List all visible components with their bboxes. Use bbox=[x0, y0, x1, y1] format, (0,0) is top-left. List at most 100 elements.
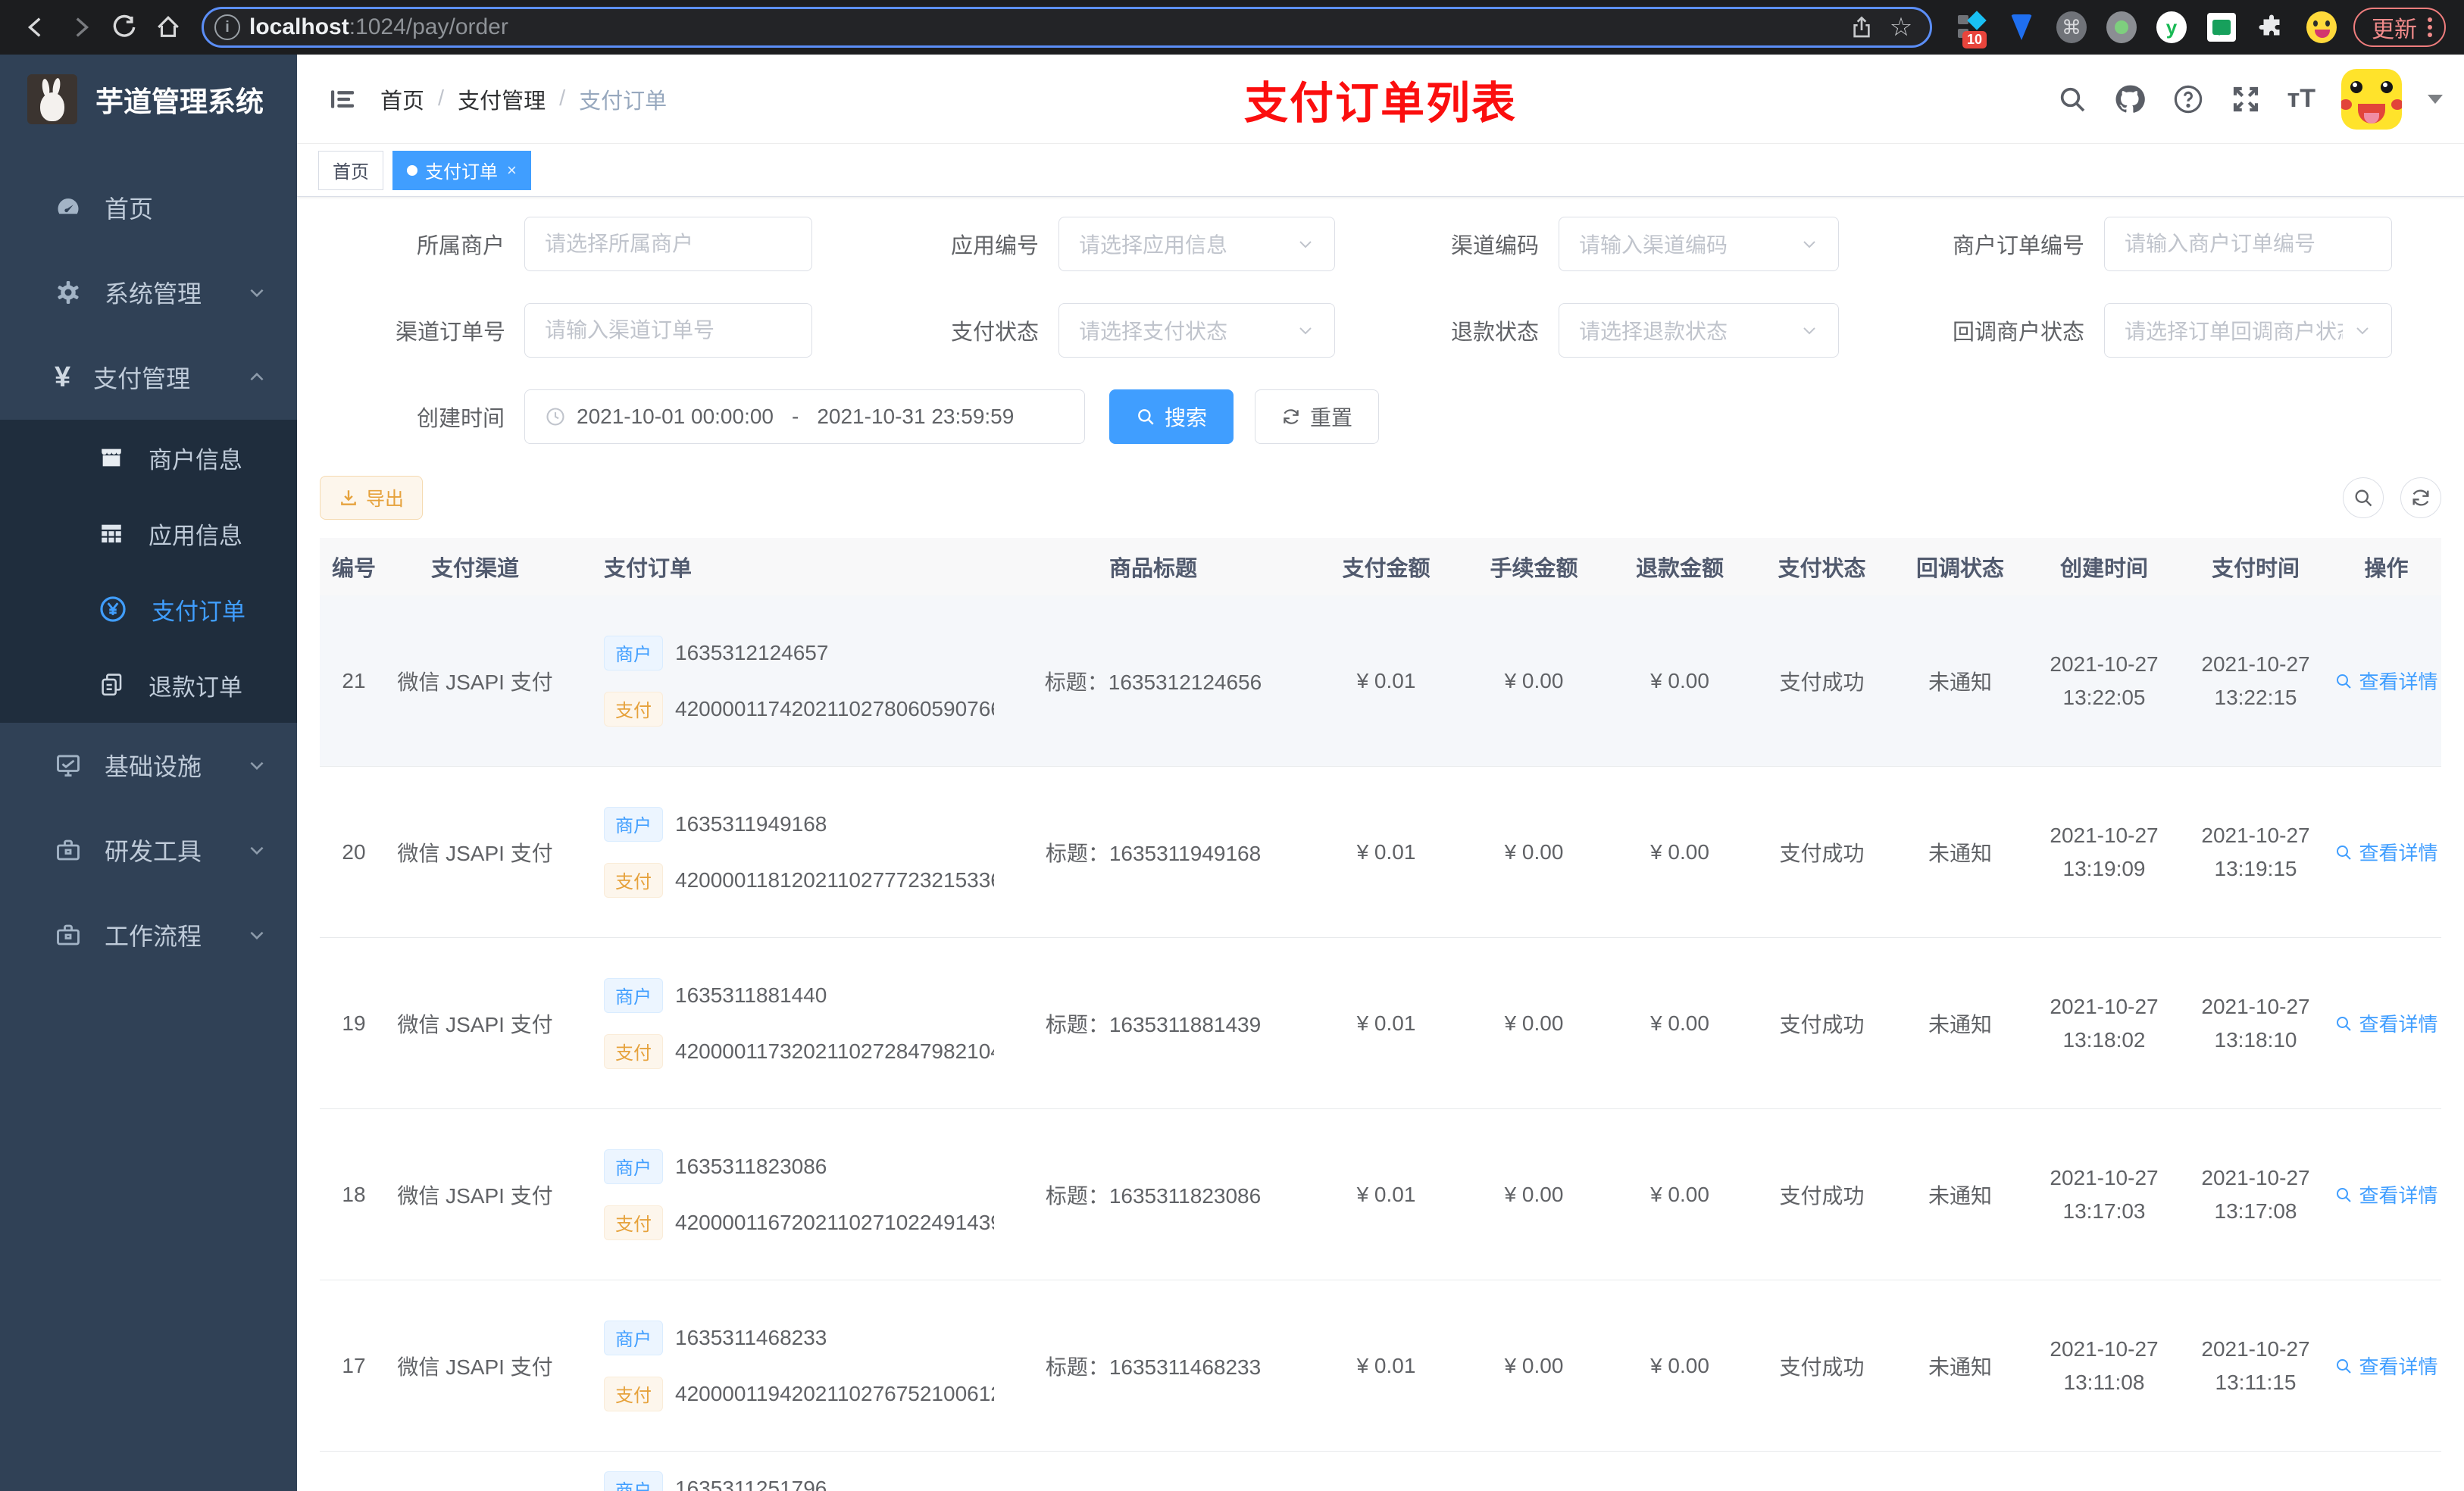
puzzle-extension-icon[interactable] bbox=[2256, 12, 2287, 42]
forward-icon[interactable] bbox=[62, 9, 98, 45]
tab-home[interactable]: 首页 bbox=[318, 150, 383, 190]
sidebar-logo-row[interactable]: 芋道管理系统 bbox=[0, 55, 297, 144]
refund-status-filter-select[interactable]: 请选择退款状态 bbox=[1559, 303, 1839, 358]
table-row[interactable]: 19 微信 JSAPI 支付 商户 1635311881440 支付 4200001… bbox=[320, 938, 2441, 1109]
table-row[interactable]: 18 微信 JSAPI 支付 商户 1635311823086 支付 4200001… bbox=[320, 1109, 2441, 1280]
app-filter-select[interactable]: 请选择应用信息 bbox=[1058, 217, 1335, 271]
merchant-order-filter-input[interactable] bbox=[2104, 217, 2392, 271]
grid-icon bbox=[98, 520, 124, 546]
view-details-link[interactable]: 查看详情 bbox=[2331, 1180, 2441, 1208]
browser-menu-icon[interactable] bbox=[2428, 17, 2432, 37]
col-title: 商品标题 bbox=[1108, 557, 1197, 581]
time-end-value: 2021-10-31 23:59:59 bbox=[817, 405, 1015, 428]
home-icon[interactable] bbox=[150, 9, 186, 45]
y-extension-icon[interactable]: y bbox=[2156, 11, 2187, 43]
table-row[interactable]: 20 微信 JSAPI 支付 商户 1635311949168 支付 4200001… bbox=[320, 767, 2441, 938]
chevron-down-icon bbox=[247, 283, 267, 302]
pay-tag: 支付 bbox=[604, 1376, 663, 1411]
breadcrumb-current: 支付订单 bbox=[579, 89, 668, 114]
merchant-filter-input[interactable] bbox=[524, 217, 812, 271]
yen-icon: ¥ bbox=[55, 361, 71, 393]
browser-update-button[interactable]: 更新 bbox=[2353, 8, 2446, 47]
app-title: 芋道管理系统 bbox=[95, 86, 264, 117]
sidebar-item-refund-order[interactable]: 退款订单 bbox=[0, 647, 297, 723]
browser-chrome: i localhost:1024/pay/order ☆ 10 ⌘ y 更新 bbox=[0, 0, 2464, 55]
notify-status-filter-label: 回调商户状态 bbox=[1952, 320, 2084, 345]
tags-view-bar: 首页 支付订单 × bbox=[297, 144, 2464, 197]
merchant-tag: 商户 bbox=[604, 1149, 663, 1184]
avatar-caret-icon[interactable] bbox=[2428, 94, 2443, 104]
channel-order-filter-input[interactable] bbox=[524, 303, 812, 358]
share-icon[interactable] bbox=[1846, 15, 1877, 39]
github-icon[interactable] bbox=[2113, 83, 2147, 116]
search-button[interactable]: 搜索 bbox=[1109, 389, 1234, 444]
sidebar-item-dev-tools[interactable]: 研发工具 bbox=[0, 808, 297, 892]
command-extension-icon[interactable]: ⌘ bbox=[2056, 11, 2087, 43]
sidebar-item-app-info[interactable]: 应用信息 bbox=[0, 495, 297, 571]
col-notify: 回调状态 bbox=[1915, 557, 2004, 581]
chevron-down-icon bbox=[2353, 321, 2372, 339]
recorder-extension-icon[interactable] bbox=[2106, 11, 2137, 43]
view-details-link[interactable]: 查看详情 bbox=[2331, 667, 2441, 695]
table-row[interactable]: 17 微信 JSAPI 支付 商户 1635311468233 支付 4200001… bbox=[320, 1280, 2441, 1452]
sidebar-item-system[interactable]: 系统管理 bbox=[0, 250, 297, 335]
channel-code-filter-select[interactable]: 请输入渠道编码 bbox=[1559, 217, 1839, 271]
toolbox-icon bbox=[55, 921, 82, 949]
view-details-link[interactable]: 查看详情 bbox=[2331, 1009, 2441, 1037]
export-button[interactable]: 导出 bbox=[320, 476, 424, 520]
col-order: 支付订单 bbox=[604, 557, 693, 581]
sidebar-item-pay-order[interactable]: 支付订单 bbox=[0, 571, 297, 647]
bookmark-star-icon[interactable]: ☆ bbox=[1886, 12, 1916, 42]
merchant-tag: 商户 bbox=[604, 977, 663, 1013]
close-tab-icon[interactable]: × bbox=[507, 161, 517, 180]
back-icon[interactable] bbox=[18, 9, 55, 45]
dashboard-icon bbox=[55, 194, 82, 221]
pay-status-filter-select[interactable]: 请选择支付状态 bbox=[1058, 303, 1335, 358]
font-size-icon[interactable]: ᴛT bbox=[2287, 84, 2315, 114]
reset-button[interactable]: 重置 bbox=[1255, 389, 1380, 444]
reload-icon[interactable] bbox=[106, 9, 142, 45]
fullscreen-icon[interactable] bbox=[2230, 83, 2262, 115]
sidebar-item-home[interactable]: 首页 bbox=[0, 165, 297, 250]
emoji-extension-icon[interactable] bbox=[2306, 11, 2337, 43]
time-start-value: 2021-10-01 00:00:00 bbox=[577, 405, 774, 428]
sidebar-item-infra[interactable]: 基础设施 bbox=[0, 723, 297, 808]
sidebar-item-merchant-info[interactable]: 商户信息 bbox=[0, 420, 297, 495]
help-icon[interactable] bbox=[2172, 83, 2204, 115]
site-info-icon[interactable]: i bbox=[214, 14, 240, 40]
merchant-order-input[interactable] bbox=[2125, 232, 2372, 256]
hide-search-button[interactable] bbox=[2343, 477, 2384, 518]
top-navbar: 首页 / 支付管理 / 支付订单 支付订单列表 ᴛT bbox=[297, 55, 2464, 144]
filter-form: 所属商户 应用编号 请选择应用信息 渠道编码 请输入渠道编码 bbox=[297, 217, 2464, 444]
view-details-link[interactable]: 查看详情 bbox=[2331, 1352, 2441, 1380]
sidebar-item-workflow[interactable]: 工作流程 bbox=[0, 892, 297, 977]
merchant-input[interactable] bbox=[545, 232, 792, 256]
address-bar[interactable]: i localhost:1024/pay/order ☆ bbox=[202, 7, 1932, 48]
app-filter-label: 应用编号 bbox=[950, 234, 1039, 258]
sidebar-toggle-icon[interactable] bbox=[318, 84, 367, 114]
chevron-down-icon bbox=[247, 925, 267, 945]
extensions-row: 10 ⌘ y bbox=[1947, 11, 2346, 48]
view-details-link[interactable]: 查看详情 bbox=[2331, 838, 2441, 866]
refresh-button[interactable] bbox=[2400, 477, 2441, 518]
extension-icon[interactable]: 10 bbox=[1956, 11, 1987, 48]
channel-order-input[interactable] bbox=[545, 318, 792, 342]
search-icon[interactable] bbox=[2057, 84, 2087, 114]
channel-code-filter-label: 渠道编码 bbox=[1450, 234, 1539, 258]
chat-extension-icon[interactable] bbox=[2206, 12, 2237, 42]
sketch-extension-icon[interactable] bbox=[2006, 12, 2037, 42]
breadcrumb-home[interactable]: 首页 bbox=[380, 83, 424, 115]
table-row[interactable]: 21 微信 JSAPI 支付 商户 1635312124657 支付 4200001… bbox=[320, 595, 2441, 767]
avatar[interactable] bbox=[2341, 68, 2402, 130]
breadcrumb-pay[interactable]: 支付管理 bbox=[458, 83, 546, 115]
create-time-filter-label: 创建时间 bbox=[416, 407, 505, 431]
notify-status-filter-select[interactable]: 请选择订单回调商户状态 bbox=[2104, 303, 2392, 358]
table-row-partial[interactable]: 商户 1635311251796 bbox=[320, 1452, 2441, 1491]
url-text[interactable]: localhost:1024/pay/order bbox=[249, 14, 1837, 40]
extension-badge: 10 bbox=[1962, 31, 1987, 48]
tab-pay-order[interactable]: 支付订单 × bbox=[392, 150, 531, 190]
create-time-range-input[interactable]: 2021-10-01 00:00:00 - 2021-10-31 23:59:5… bbox=[524, 389, 1085, 444]
merchant-order-filter-label: 商户订单编号 bbox=[1952, 234, 2084, 258]
sidebar-item-pay[interactable]: ¥ 支付管理 bbox=[0, 335, 297, 420]
col-amount: 支付金额 bbox=[1342, 557, 1431, 581]
